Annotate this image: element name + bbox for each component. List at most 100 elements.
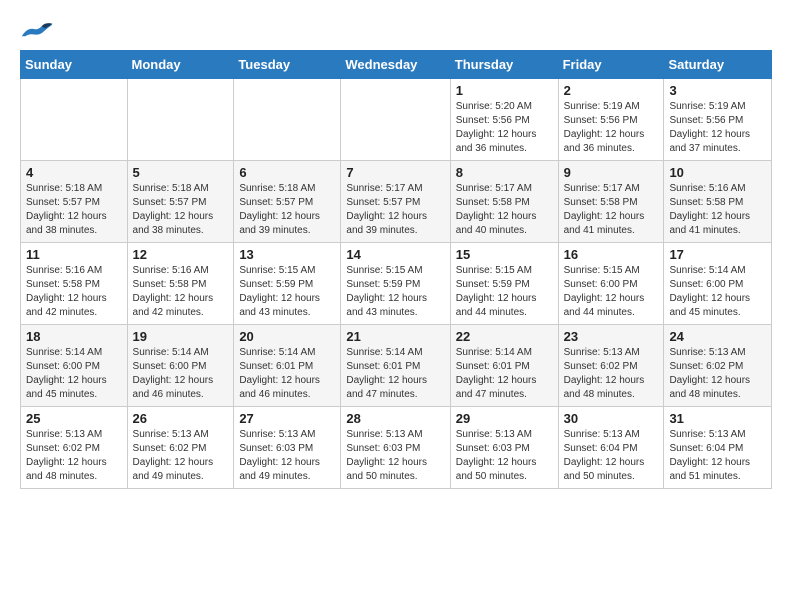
logo [20, 20, 60, 40]
weekday-header: Saturday [664, 51, 772, 79]
calendar-week-row: 11 Sunrise: 5:16 AM Sunset: 5:58 PM Dayli… [21, 243, 772, 325]
day-content: Sunrise: 5:13 AM Sunset: 6:02 PM Dayligh… [669, 346, 766, 402]
day-number: 29 [456, 411, 553, 426]
day-content: Sunrise: 5:16 AM Sunset: 5:58 PM Dayligh… [669, 182, 766, 238]
calendar-cell [234, 79, 341, 161]
day-content: Sunrise: 5:13 AM Sunset: 6:02 PM Dayligh… [564, 346, 659, 402]
calendar-cell: 12 Sunrise: 5:16 AM Sunset: 5:58 PM Dayli… [127, 243, 234, 325]
day-content: Sunrise: 5:13 AM Sunset: 6:03 PM Dayligh… [346, 428, 444, 484]
calendar-cell: 9 Sunrise: 5:17 AM Sunset: 5:58 PM Daylig… [558, 161, 664, 243]
day-number: 23 [564, 329, 659, 344]
day-content: Sunrise: 5:13 AM Sunset: 6:02 PM Dayligh… [26, 428, 122, 484]
day-number: 14 [346, 247, 444, 262]
day-number: 26 [133, 411, 229, 426]
day-number: 24 [669, 329, 766, 344]
day-content: Sunrise: 5:18 AM Sunset: 5:57 PM Dayligh… [133, 182, 229, 238]
day-content: Sunrise: 5:14 AM Sunset: 6:00 PM Dayligh… [133, 346, 229, 402]
calendar-cell: 1Sunrise: 5:20 AM Sunset: 5:56 PM Daylig… [450, 79, 558, 161]
page-header [20, 20, 772, 40]
day-number: 5 [133, 165, 229, 180]
day-content: Sunrise: 5:16 AM Sunset: 5:58 PM Dayligh… [26, 264, 122, 320]
calendar-header: SundayMondayTuesdayWednesdayThursdayFrid… [21, 51, 772, 79]
day-content: Sunrise: 5:14 AM Sunset: 6:00 PM Dayligh… [26, 346, 122, 402]
calendar-cell: 25 Sunrise: 5:13 AM Sunset: 6:02 PM Dayli… [21, 407, 128, 489]
day-number: 11 [26, 247, 122, 262]
day-content: Sunrise: 5:17 AM Sunset: 5:58 PM Dayligh… [564, 182, 659, 238]
calendar-cell: 17Sunrise: 5:14 AM Sunset: 6:00 PM Dayli… [664, 243, 772, 325]
day-content: Sunrise: 5:13 AM Sunset: 6:02 PM Dayligh… [133, 428, 229, 484]
calendar-cell: 13 Sunrise: 5:15 AM Sunset: 5:59 PM Dayli… [234, 243, 341, 325]
day-number: 20 [239, 329, 335, 344]
day-content: Sunrise: 5:17 AM Sunset: 5:57 PM Dayligh… [346, 182, 444, 238]
day-number: 21 [346, 329, 444, 344]
weekday-header: Tuesday [234, 51, 341, 79]
day-content: Sunrise: 5:14 AM Sunset: 6:01 PM Dayligh… [239, 346, 335, 402]
calendar-cell: 5 Sunrise: 5:18 AM Sunset: 5:57 PM Daylig… [127, 161, 234, 243]
weekday-row: SundayMondayTuesdayWednesdayThursdayFrid… [21, 51, 772, 79]
day-number: 25 [26, 411, 122, 426]
weekday-header: Thursday [450, 51, 558, 79]
day-number: 18 [26, 329, 122, 344]
calendar-cell: 21 Sunrise: 5:14 AM Sunset: 6:01 PM Dayli… [341, 325, 450, 407]
day-number: 19 [133, 329, 229, 344]
day-number: 10 [669, 165, 766, 180]
day-number: 2 [564, 83, 659, 98]
day-content: Sunrise: 5:18 AM Sunset: 5:57 PM Dayligh… [26, 182, 122, 238]
day-number: 15 [456, 247, 553, 262]
day-number: 6 [239, 165, 335, 180]
day-number: 17 [669, 247, 766, 262]
calendar-week-row: 18 Sunrise: 5:14 AM Sunset: 6:00 PM Dayli… [21, 325, 772, 407]
day-number: 22 [456, 329, 553, 344]
calendar-cell: 29Sunrise: 5:13 AM Sunset: 6:03 PM Dayli… [450, 407, 558, 489]
calendar-week-row: 4 Sunrise: 5:18 AM Sunset: 5:57 PM Daylig… [21, 161, 772, 243]
calendar-cell: 28 Sunrise: 5:13 AM Sunset: 6:03 PM Dayli… [341, 407, 450, 489]
calendar-cell: 24 Sunrise: 5:13 AM Sunset: 6:02 PM Dayli… [664, 325, 772, 407]
day-content: Sunrise: 5:17 AM Sunset: 5:58 PM Dayligh… [456, 182, 553, 238]
calendar-cell: 14Sunrise: 5:15 AM Sunset: 5:59 PM Dayli… [341, 243, 450, 325]
calendar-cell: 30 Sunrise: 5:13 AM Sunset: 6:04 PM Dayli… [558, 407, 664, 489]
day-number: 28 [346, 411, 444, 426]
calendar-cell [127, 79, 234, 161]
calendar-cell: 16 Sunrise: 5:15 AM Sunset: 6:00 PM Dayli… [558, 243, 664, 325]
day-content: Sunrise: 5:20 AM Sunset: 5:56 PM Dayligh… [456, 100, 553, 156]
calendar-body: 1Sunrise: 5:20 AM Sunset: 5:56 PM Daylig… [21, 79, 772, 489]
calendar-cell: 8 Sunrise: 5:17 AM Sunset: 5:58 PM Daylig… [450, 161, 558, 243]
day-number: 30 [564, 411, 659, 426]
day-content: Sunrise: 5:18 AM Sunset: 5:57 PM Dayligh… [239, 182, 335, 238]
day-number: 4 [26, 165, 122, 180]
day-content: Sunrise: 5:15 AM Sunset: 5:59 PM Dayligh… [239, 264, 335, 320]
weekday-header: Monday [127, 51, 234, 79]
day-number: 16 [564, 247, 659, 262]
day-number: 7 [346, 165, 444, 180]
day-number: 8 [456, 165, 553, 180]
calendar-cell: 19 Sunrise: 5:14 AM Sunset: 6:00 PM Dayli… [127, 325, 234, 407]
calendar-cell: 4 Sunrise: 5:18 AM Sunset: 5:57 PM Daylig… [21, 161, 128, 243]
calendar-cell: 11 Sunrise: 5:16 AM Sunset: 5:58 PM Dayli… [21, 243, 128, 325]
calendar-cell: 6 Sunrise: 5:18 AM Sunset: 5:57 PM Daylig… [234, 161, 341, 243]
calendar-cell: 15 Sunrise: 5:15 AM Sunset: 5:59 PM Dayli… [450, 243, 558, 325]
calendar-cell: 7 Sunrise: 5:17 AM Sunset: 5:57 PM Daylig… [341, 161, 450, 243]
day-number: 13 [239, 247, 335, 262]
calendar-table: SundayMondayTuesdayWednesdayThursdayFrid… [20, 50, 772, 489]
day-content: Sunrise: 5:14 AM Sunset: 6:01 PM Dayligh… [346, 346, 444, 402]
day-content: Sunrise: 5:13 AM Sunset: 6:04 PM Dayligh… [669, 428, 766, 484]
calendar-cell: 22Sunrise: 5:14 AM Sunset: 6:01 PM Dayli… [450, 325, 558, 407]
calendar-cell: 18 Sunrise: 5:14 AM Sunset: 6:00 PM Dayli… [21, 325, 128, 407]
calendar-cell: 26 Sunrise: 5:13 AM Sunset: 6:02 PM Dayli… [127, 407, 234, 489]
day-number: 9 [564, 165, 659, 180]
calendar-cell [21, 79, 128, 161]
calendar-cell: 2Sunrise: 5:19 AM Sunset: 5:56 PM Daylig… [558, 79, 664, 161]
calendar-week-row: 1Sunrise: 5:20 AM Sunset: 5:56 PM Daylig… [21, 79, 772, 161]
day-content: Sunrise: 5:13 AM Sunset: 6:04 PM Dayligh… [564, 428, 659, 484]
day-content: Sunrise: 5:16 AM Sunset: 5:58 PM Dayligh… [133, 264, 229, 320]
calendar-cell: 23 Sunrise: 5:13 AM Sunset: 6:02 PM Dayli… [558, 325, 664, 407]
day-content: Sunrise: 5:19 AM Sunset: 5:56 PM Dayligh… [669, 100, 766, 156]
calendar-cell: 10 Sunrise: 5:16 AM Sunset: 5:58 PM Dayli… [664, 161, 772, 243]
calendar-cell: 3Sunrise: 5:19 AM Sunset: 5:56 PM Daylig… [664, 79, 772, 161]
day-content: Sunrise: 5:15 AM Sunset: 5:59 PM Dayligh… [456, 264, 553, 320]
day-content: Sunrise: 5:15 AM Sunset: 6:00 PM Dayligh… [564, 264, 659, 320]
calendar-cell: 20 Sunrise: 5:14 AM Sunset: 6:01 PM Dayli… [234, 325, 341, 407]
day-number: 12 [133, 247, 229, 262]
day-number: 27 [239, 411, 335, 426]
calendar-week-row: 25 Sunrise: 5:13 AM Sunset: 6:02 PM Dayli… [21, 407, 772, 489]
